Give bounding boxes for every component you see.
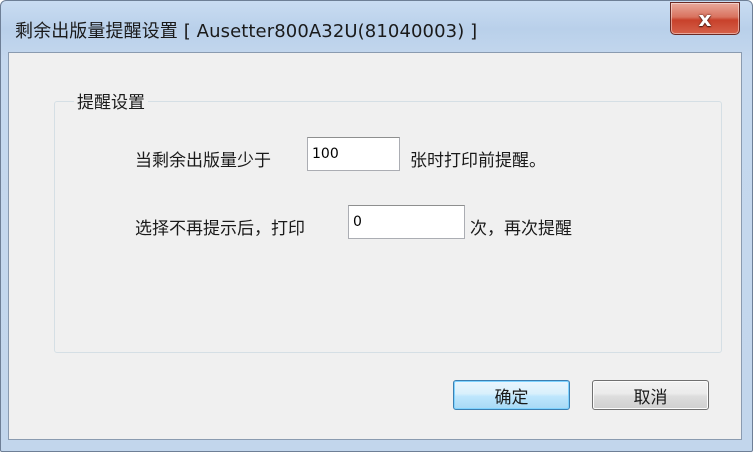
cancel-button[interactable]: 取消: [592, 380, 709, 410]
remaining-threshold-input[interactable]: [307, 137, 400, 171]
close-button[interactable]: x: [670, 2, 740, 35]
snooze-count-input[interactable]: [348, 205, 465, 239]
snooze-count-suffix: 次，再次提醒: [470, 219, 572, 239]
title-bar[interactable]: 剩余出版量提醒设置 [ Ausetter800A32U(81040003) ] …: [1, 1, 752, 53]
snooze-count-prefix: 选择不再提示后，打印: [135, 219, 305, 239]
remaining-threshold-prefix: 当剩余出版量少于: [135, 151, 271, 171]
close-icon: x: [698, 6, 712, 31]
group-title: 提醒设置: [74, 88, 148, 113]
ok-button[interactable]: 确定: [453, 380, 570, 410]
window-title: 剩余出版量提醒设置 [ Ausetter800A32U(81040003) ]: [15, 21, 478, 42]
remaining-threshold-suffix: 张时打印前提醒。: [410, 151, 546, 171]
